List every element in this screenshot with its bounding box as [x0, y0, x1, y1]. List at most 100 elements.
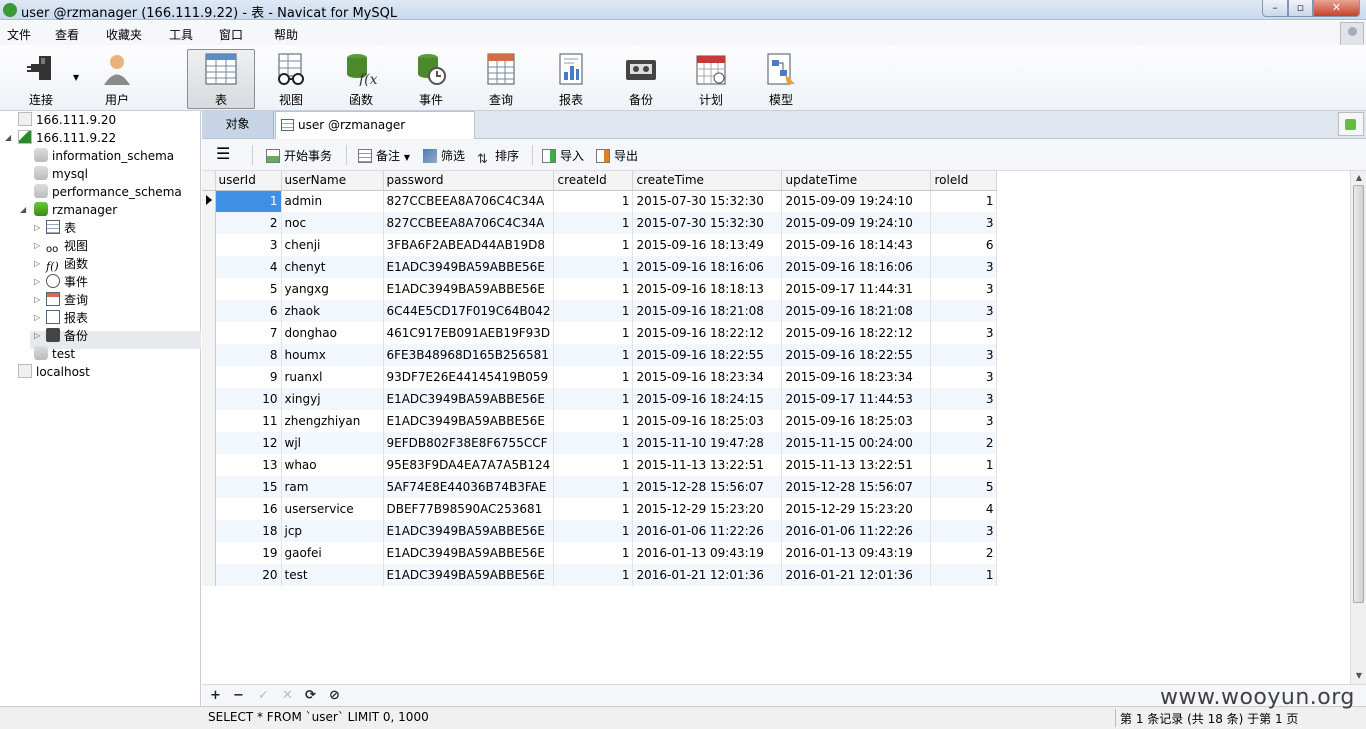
cell-updatetime[interactable]: 2016-01-06 11:22:26: [781, 520, 932, 542]
tree-events[interactable]: 事件: [46, 273, 88, 291]
cell-updatetime[interactable]: 2016-01-13 09:43:19: [781, 542, 932, 564]
cell-updatetime[interactable]: 2015-09-16 18:21:08: [781, 300, 932, 322]
table-row[interactable]: 1 admin 827CCBEEA8A706C4C34A 1 2015-07-30 15…: [202, 190, 998, 212]
cell-password[interactable]: E1ADC3949BA59ABBE56E: [383, 256, 555, 278]
cell-username[interactable]: houmx: [281, 344, 384, 366]
cell-updatetime[interactable]: 2015-09-16 18:14:43: [781, 234, 932, 256]
cell-userid[interactable]: 3: [215, 234, 282, 256]
cell-password[interactable]: E1ADC3949BA59ABBE56E: [383, 388, 555, 410]
vertical-scrollbar[interactable]: ▲ ▼: [1350, 171, 1366, 684]
cell-updatetime[interactable]: 2015-12-28 15:56:07: [781, 476, 932, 498]
column-header-userid[interactable]: userId: [215, 171, 282, 191]
cell-userid[interactable]: 18: [215, 520, 282, 542]
cell-password[interactable]: 827CCBEEA8A706C4C34A: [383, 212, 555, 234]
cell-userid[interactable]: 8: [215, 344, 282, 366]
cell-roleid[interactable]: 3: [930, 256, 998, 278]
close-button[interactable]: ✕: [1313, 0, 1360, 17]
tree-db-information-schema[interactable]: information_schema: [34, 147, 174, 165]
cell-password[interactable]: DBEF77B98590AC253681: [383, 498, 555, 520]
cell-roleid[interactable]: 3: [930, 212, 998, 234]
table-row[interactable]: 10 xingyj E1ADC3949BA59ABBE56E 1 2015-09-16 …: [202, 388, 998, 410]
cell-roleid[interactable]: 3: [930, 410, 998, 432]
toolbar-user-button[interactable]: 用户: [84, 50, 150, 108]
cell-userid[interactable]: 9: [215, 366, 282, 388]
tree-connection-166-111-9-20[interactable]: 166.111.9.20: [18, 111, 116, 129]
cell-createtime[interactable]: 2015-09-16 18:21:08: [632, 300, 783, 322]
toolbar-query-button[interactable]: 查询: [468, 50, 534, 108]
cell-createid[interactable]: 1: [553, 212, 634, 234]
tab-objects[interactable]: 对象: [202, 111, 274, 138]
cell-roleid[interactable]: 1: [930, 190, 998, 212]
tree-functions[interactable]: f() 函数: [46, 255, 88, 273]
cell-username[interactable]: ruanxl: [281, 366, 384, 388]
toolbar-backup-button[interactable]: 备份: [608, 50, 674, 108]
expand-arrow-icon[interactable]: ▷: [34, 273, 40, 291]
cell-createtime[interactable]: 2016-01-21 12:01:36: [632, 564, 783, 586]
table-row[interactable]: 2 noc 827CCBEEA8A706C4C34A 1 2015-07-30 15:3…: [202, 212, 998, 234]
column-header-roleid[interactable]: roleId: [930, 171, 998, 191]
cell-updatetime[interactable]: 2015-09-17 11:44:31: [781, 278, 932, 300]
row-header-cell[interactable]: [202, 454, 216, 476]
begin-transaction-button[interactable]: 开始事务: [266, 147, 332, 164]
table-row[interactable]: 12 wjl 9EFDB802F38E8F6755CCF 1 2015-11-10 19…: [202, 432, 998, 454]
cell-username[interactable]: ram: [281, 476, 384, 498]
cell-roleid[interactable]: 4: [930, 498, 998, 520]
filter-button[interactable]: 筛选: [423, 147, 465, 164]
cell-createid[interactable]: 1: [553, 410, 634, 432]
cell-createtime[interactable]: 2015-09-16 18:24:15: [632, 388, 783, 410]
row-header-cell[interactable]: [202, 564, 216, 586]
import-button[interactable]: 导入: [542, 147, 584, 164]
cell-updatetime[interactable]: 2015-09-09 19:24:10: [781, 212, 932, 234]
cell-createtime[interactable]: 2015-09-16 18:22:55: [632, 344, 783, 366]
expand-arrow-icon[interactable]: ▷: [34, 327, 40, 345]
table-row[interactable]: 4 chenyt E1ADC3949BA59ABBE56E 1 2015-09-16 1…: [202, 256, 998, 278]
menu-favorites[interactable]: 收藏夹: [106, 26, 142, 43]
cell-roleid[interactable]: 3: [930, 520, 998, 542]
avatar[interactable]: [1340, 22, 1364, 46]
cell-createid[interactable]: 1: [553, 256, 634, 278]
cell-updatetime[interactable]: 2015-11-15 00:24:00: [781, 432, 932, 454]
cell-createid[interactable]: 1: [553, 498, 634, 520]
tree-reports[interactable]: 报表: [46, 309, 88, 327]
tree-tables[interactable]: 表: [46, 219, 76, 237]
cell-userid[interactable]: 1: [215, 190, 282, 212]
cell-username[interactable]: zhengzhiyan: [281, 410, 384, 432]
expand-arrow-icon[interactable]: ▷: [34, 291, 40, 309]
delete-record-button[interactable]: −: [233, 688, 244, 703]
cell-roleid[interactable]: 3: [930, 278, 998, 300]
row-header-cell[interactable]: [202, 256, 216, 278]
toolbar-connection-button[interactable]: 连接: [8, 50, 74, 108]
hamburger-menu-icon[interactable]: ☰: [216, 144, 230, 163]
toolbar-model-button[interactable]: 模型: [748, 50, 814, 108]
table-row[interactable]: 7 donghao 461C917EB091AEB19F93D 1 2015-09-16…: [202, 322, 998, 344]
cell-createtime[interactable]: 2015-09-16 18:16:06: [632, 256, 783, 278]
apply-changes-button[interactable]: ✓: [258, 688, 269, 703]
row-header-cell[interactable]: [202, 366, 216, 388]
cell-createtime[interactable]: 2015-12-29 15:23:20: [632, 498, 783, 520]
cell-createtime[interactable]: 2015-07-30 15:32:30: [632, 190, 783, 212]
cell-password[interactable]: E1ADC3949BA59ABBE56E: [383, 278, 555, 300]
cell-password[interactable]: E1ADC3949BA59ABBE56E: [383, 520, 555, 542]
scroll-down-icon[interactable]: ▼: [1354, 671, 1364, 681]
cell-createid[interactable]: 1: [553, 322, 634, 344]
cell-password[interactable]: 461C917EB091AEB19F93D: [383, 322, 555, 344]
tree-queries[interactable]: 查询: [46, 291, 88, 309]
cell-username[interactable]: userservice: [281, 498, 384, 520]
cell-userid[interactable]: 11: [215, 410, 282, 432]
column-header-updatetime[interactable]: updateTime: [781, 171, 932, 191]
cell-createid[interactable]: 1: [553, 278, 634, 300]
scroll-up-icon[interactable]: ▲: [1354, 173, 1364, 183]
column-header-password[interactable]: password: [383, 171, 555, 191]
stop-button[interactable]: ⊘: [329, 688, 340, 703]
new-tab-icon[interactable]: [1338, 112, 1364, 136]
cell-userid[interactable]: 2: [215, 212, 282, 234]
cell-password[interactable]: 5AF74E8E44036B74B3FAE: [383, 476, 555, 498]
tree-views[interactable]: oo 视图: [46, 237, 88, 255]
cell-updatetime[interactable]: 2015-09-16 18:16:06: [781, 256, 932, 278]
expand-arrow-icon[interactable]: ▷: [34, 237, 40, 255]
row-header-cell[interactable]: [202, 300, 216, 322]
cell-userid[interactable]: 7: [215, 322, 282, 344]
cell-password[interactable]: 6C44E5CD17F019C64B042: [383, 300, 555, 322]
cell-createtime[interactable]: 2016-01-13 09:43:19: [632, 542, 783, 564]
scroll-thumb[interactable]: [1353, 185, 1364, 603]
